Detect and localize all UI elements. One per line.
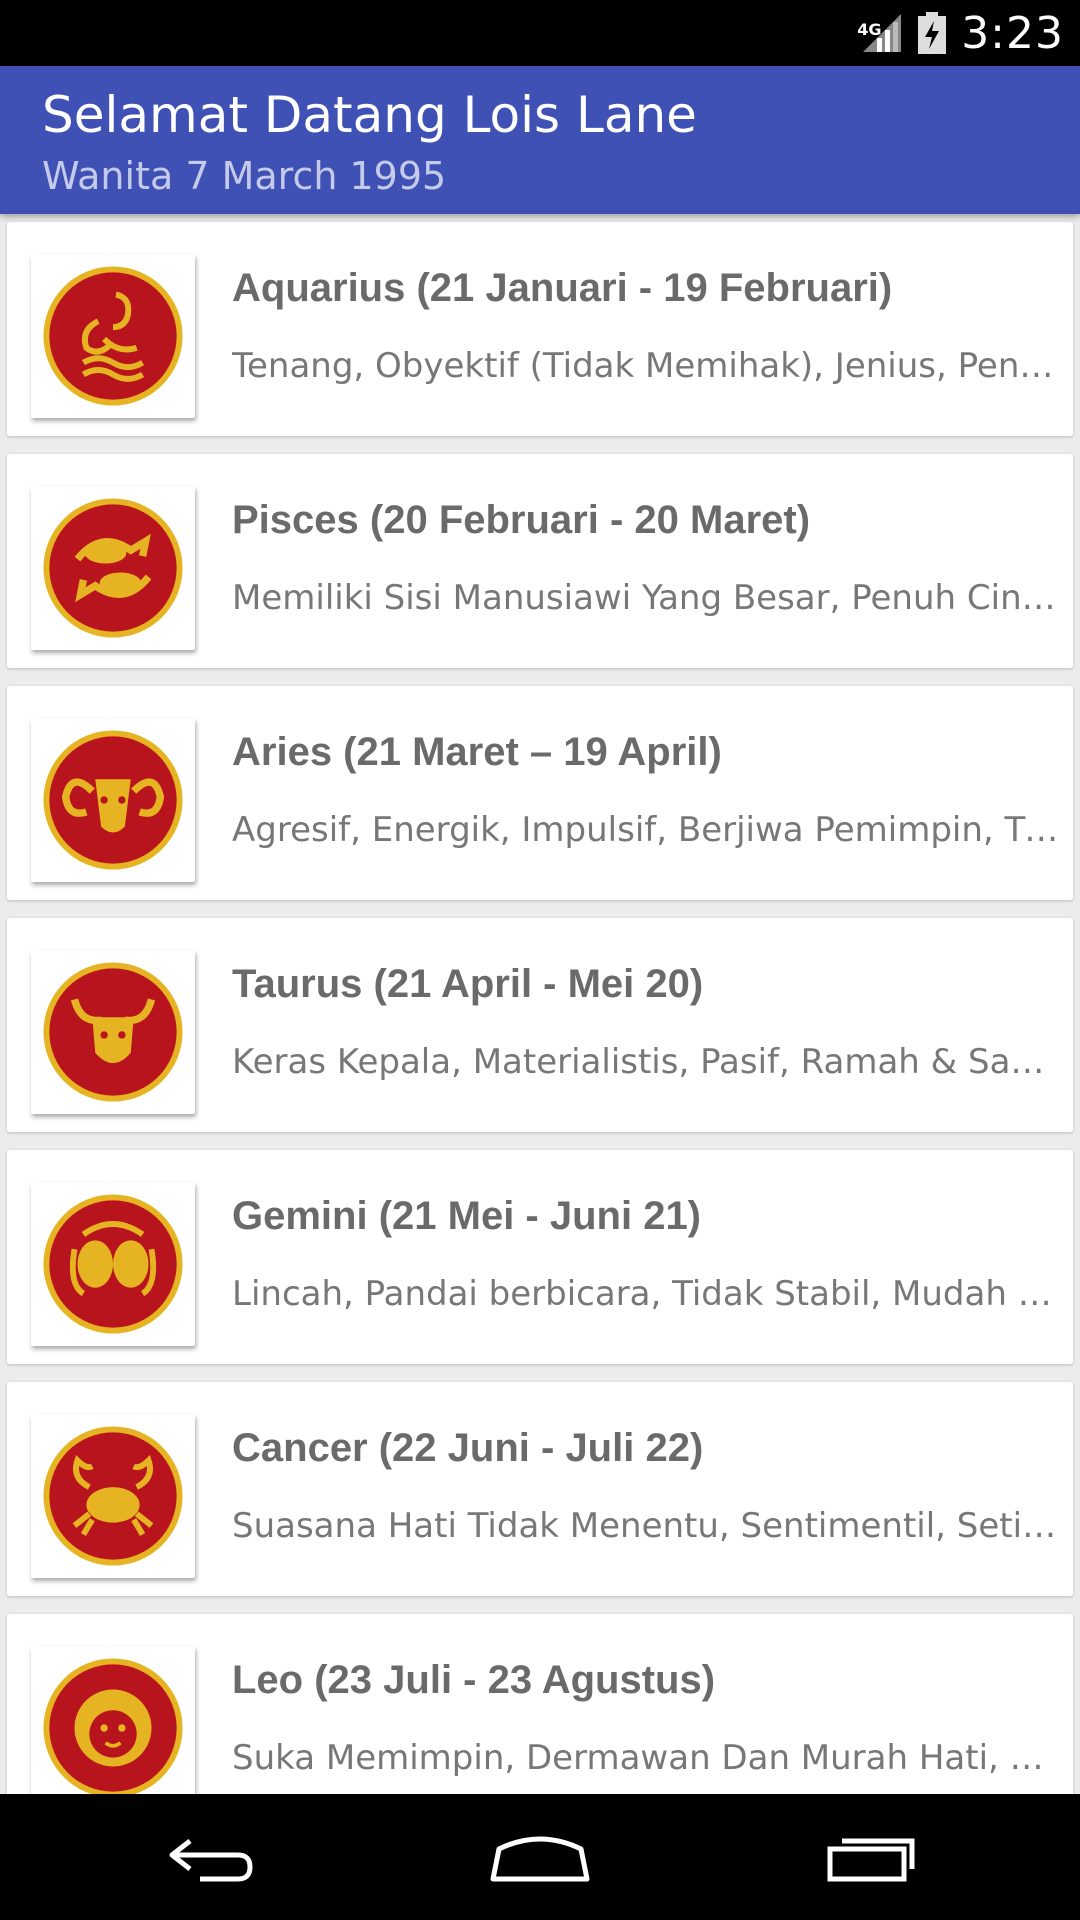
zodiac-description: Memiliki Sisi Manusiawi Yang Besar, Penu… (232, 578, 1062, 618)
list-item-taurus[interactable]: Taurus (21 April - Mei 20) Keras Kepala,… (7, 918, 1073, 1132)
zodiac-title: Pisces (20 Februari - 20 Maret) (232, 498, 811, 542)
zodiac-title: Aquarius (21 Januari - 19 Februari) (232, 266, 893, 310)
list-item-leo[interactable]: Leo (23 Juli - 23 Agustus) Suka Memimpin… (7, 1614, 1073, 1794)
zodiac-description: Tenang, Obyektif (Tidak Memihak), Jenius… (232, 346, 1062, 386)
recent-apps-icon (827, 1838, 915, 1882)
leo-icon (31, 1646, 195, 1794)
list-item-aquarius[interactable]: Aquarius (21 Januari - 19 Februari) Tena… (7, 222, 1073, 436)
zodiac-description: Suasana Hati Tidak Menentu, Sentimentil,… (232, 1506, 1062, 1546)
app-bar: Selamat Datang Lois Lane Wanita 7 March … (0, 66, 1080, 214)
zodiac-description: Keras Kepala, Materialistis, Pasif, Rama… (232, 1042, 1062, 1082)
pisces-icon (31, 486, 195, 650)
battery-charging-icon (918, 12, 947, 54)
zodiac-description: Suka Memimpin, Dermawan Dan Murah Hati, … (232, 1738, 1062, 1778)
list-item-aries[interactable]: Aries (21 Maret – 19 April) Agresif, Ene… (7, 686, 1073, 900)
taurus-icon (31, 950, 195, 1114)
zodiac-title: Aries (21 Maret – 19 April) (232, 730, 722, 774)
network-type: 4G (857, 20, 882, 39)
zodiac-title: Gemini (21 Mei - Juni 21) (232, 1194, 702, 1238)
zodiac-list[interactable]: Aquarius (21 Januari - 19 Februari) Tena… (0, 214, 1080, 1794)
zodiac-title: Leo (23 Juli - 23 Agustus) (232, 1658, 716, 1702)
cancer-icon (31, 1414, 195, 1578)
gemini-icon (31, 1182, 195, 1346)
recent-apps-button[interactable] (810, 1822, 930, 1892)
status-bar: 4G 3:23 (0, 0, 1080, 66)
page-subtitle: Wanita 7 March 1995 (42, 154, 447, 198)
back-button[interactable] (150, 1822, 270, 1892)
zodiac-description: Agresif, Energik, Impulsif, Berjiwa Pemi… (232, 810, 1062, 850)
zodiac-title: Taurus (21 April - Mei 20) (232, 962, 704, 1006)
list-item-gemini[interactable]: Gemini (21 Mei - Juni 21) Lincah, Pandai… (7, 1150, 1073, 1364)
navigation-bar (0, 1794, 1080, 1920)
aquarius-icon (31, 254, 195, 418)
clock: 3:23 (961, 7, 1064, 59)
status-icons: 4G 3:23 (857, 0, 1064, 66)
page-title: Selamat Datang Lois Lane (42, 86, 697, 144)
back-icon (169, 1839, 253, 1882)
home-button[interactable] (480, 1822, 600, 1892)
home-icon (490, 1836, 590, 1882)
zodiac-title: Cancer (22 Juni - Juli 22) (232, 1426, 704, 1470)
aries-icon (31, 718, 195, 882)
zodiac-description: Lincah, Pandai berbicara, Tidak Stabil, … (232, 1274, 1062, 1314)
signal-icon: 4G (857, 12, 903, 54)
list-item-pisces[interactable]: Pisces (20 Februari - 20 Maret) Memiliki… (7, 454, 1073, 668)
list-item-cancer[interactable]: Cancer (22 Juni - Juli 22) Suasana Hati … (7, 1382, 1073, 1596)
